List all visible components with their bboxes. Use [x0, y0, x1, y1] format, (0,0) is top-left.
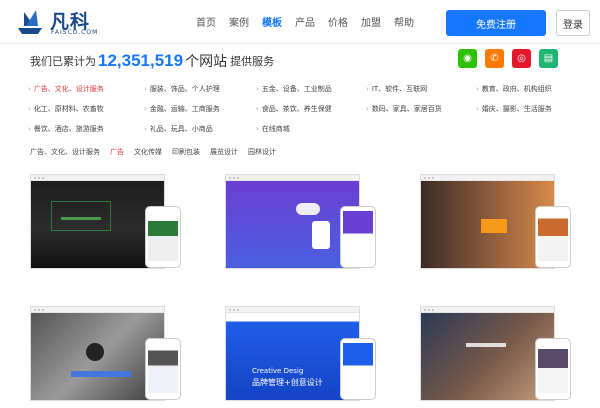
nav-item-pricing[interactable]: 价格 — [328, 14, 348, 29]
weibo-icon[interactable]: ◎ — [512, 49, 531, 68]
template-mobile-preview — [145, 338, 181, 400]
nav-item-cases[interactable]: 案例 — [229, 14, 249, 29]
calendar-icon[interactable]: ▤ — [539, 49, 558, 68]
template-card[interactable] — [420, 306, 600, 406]
template-mobile-preview — [340, 206, 376, 268]
category-hardware[interactable]: 五金、设备、工业制品 — [256, 84, 332, 94]
nav-item-templates[interactable]: 模板 — [262, 14, 282, 29]
main-nav: 首页 案例 模板 产品 价格 加盟 帮助 — [196, 14, 427, 29]
category-it-software[interactable]: IT、软件、互联网 — [366, 84, 427, 94]
category-online-mall[interactable]: 在线商城 — [256, 124, 290, 134]
filter-advertising[interactable]: 广告 — [110, 147, 124, 157]
stats-unit: 个网站 — [185, 54, 228, 70]
category-ad-culture-design[interactable]: 广告、文化、设计服务 — [28, 84, 104, 94]
template-card[interactable]: Creative Desig 品牌管理+创意设计 — [225, 306, 405, 406]
stats-prefix: 我们已累计为 — [30, 55, 96, 68]
wechat-icon[interactable]: ◉ — [458, 49, 477, 68]
template-card[interactable] — [30, 306, 210, 406]
logo-ship-icon — [18, 10, 42, 34]
template-headline: Creative Desig — [252, 367, 304, 375]
category-food[interactable]: 食品、茶饮、养生保健 — [256, 104, 332, 114]
nav-item-franchise[interactable]: 加盟 — [361, 14, 381, 29]
template-card[interactable] — [420, 174, 600, 274]
site-header: 凡科 FAISCO.COM 首页 案例 模板 产品 价格 加盟 帮助 免费注册 … — [0, 0, 600, 44]
nav-item-home[interactable]: 首页 — [196, 14, 216, 29]
login-button[interactable]: 登录 — [556, 10, 590, 36]
nav-item-help[interactable]: 帮助 — [394, 14, 414, 29]
category-finance[interactable]: 金融、运输、工商服务 — [144, 104, 220, 114]
filter-culture-media[interactable]: 文化传媒 — [134, 147, 162, 157]
category-gifts[interactable]: 礼品、玩具、小商品 — [144, 124, 213, 134]
filter-printing[interactable]: 印刷包装 — [172, 147, 200, 157]
stats-banner: 我们已累计为 12,351,519 个网站 提供服务 — [30, 50, 274, 72]
category-row: 化工、原材料、农畜牧 金融、运输、工商服务 食品、茶饮、养生保健 数码、家具、家… — [28, 104, 588, 118]
template-mobile-preview — [340, 338, 376, 400]
filter-exhibition[interactable]: 展览设计 — [210, 147, 238, 157]
register-button[interactable]: 免费注册 — [446, 10, 546, 36]
category-row: 广告、文化、设计服务 服装、饰品、个人护理 五金、设备、工业制品 IT、软件、互… — [28, 84, 588, 98]
template-mobile-preview — [535, 206, 571, 268]
filter-label: 广告、文化、设计服务 — [30, 148, 100, 156]
social-links: ◉ ✆ ◎ ▤ — [458, 49, 566, 68]
category-wedding[interactable]: 婚庆、摄影、生活服务 — [476, 104, 552, 114]
template-mobile-preview — [145, 206, 181, 268]
category-catering[interactable]: 餐饮、酒店、旅游服务 — [28, 124, 104, 134]
template-mobile-preview — [535, 338, 571, 400]
stats-number: 12,351,519 — [98, 51, 184, 70]
filter-landscape[interactable]: 园林设计 — [248, 147, 276, 157]
phone-icon[interactable]: ✆ — [485, 49, 504, 68]
category-row: 餐饮、酒店、旅游服务 礼品、玩具、小商品 在线商城 — [28, 124, 588, 138]
template-card[interactable] — [30, 174, 210, 274]
faisco-logo[interactable]: 凡科 FAISCO.COM — [14, 6, 124, 38]
nav-item-products[interactable]: 产品 — [295, 14, 315, 29]
category-education[interactable]: 教育、政府、机构组织 — [476, 84, 552, 94]
category-chemical[interactable]: 化工、原材料、农畜牧 — [28, 104, 104, 114]
category-apparel[interactable]: 服装、饰品、个人护理 — [144, 84, 220, 94]
template-subheadline: 品牌管理+创意设计 — [252, 378, 323, 387]
subcategory-filters: 广告、文化、设计服务 广告 文化传媒 印刷包装 展览设计 园林设计 — [30, 147, 286, 157]
category-digital[interactable]: 数码、家具、家居百货 — [366, 104, 442, 114]
stats-suffix: 提供服务 — [230, 55, 275, 68]
template-card[interactable] — [225, 174, 405, 274]
logo-subtitle: FAISCO.COM — [51, 29, 99, 36]
